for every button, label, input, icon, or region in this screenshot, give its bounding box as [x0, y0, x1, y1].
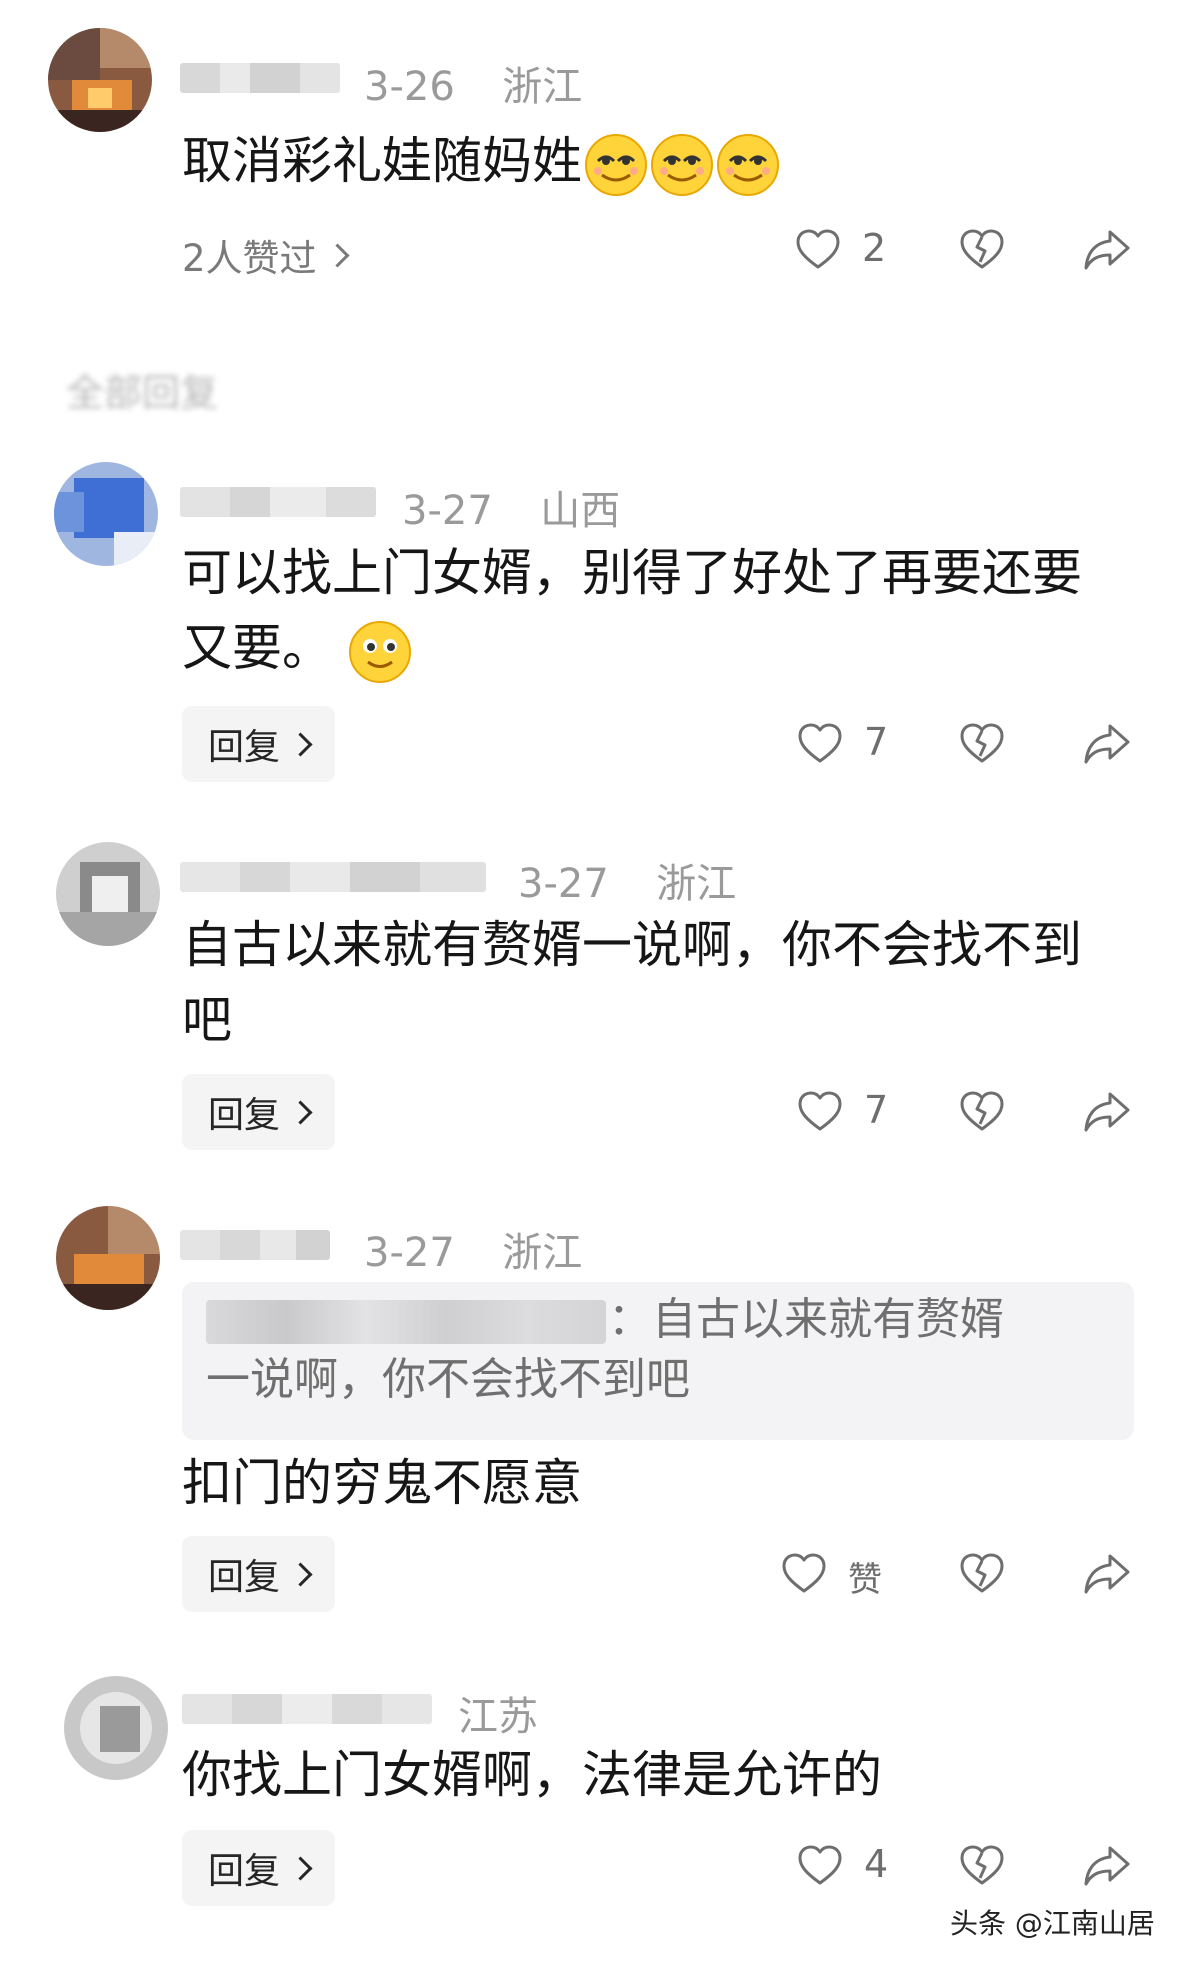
chevron-right-icon	[288, 731, 313, 757]
like-button[interactable]	[796, 720, 844, 768]
avatar[interactable]	[56, 842, 160, 946]
broken-heart-icon	[958, 1088, 1006, 1136]
comment-text: 你找上门女婿啊，法律是允许的	[182, 1746, 882, 1804]
share-arrow-icon	[1082, 1550, 1132, 1598]
like-count: 2	[862, 226, 887, 270]
comment-location: 江苏	[458, 1694, 538, 1740]
share-button[interactable]	[1082, 1088, 1132, 1136]
heart-icon	[796, 1842, 844, 1890]
dislike-button[interactable]	[958, 1842, 1006, 1890]
comment-meta: 3-27 浙江	[518, 851, 736, 909]
like-button[interactable]	[794, 226, 842, 274]
broken-heart-icon	[958, 226, 1006, 274]
comment-text: 可以找上门女婿，别得了好处了再要还要 又要。	[182, 536, 1082, 686]
like-button[interactable]	[796, 1088, 844, 1136]
dislike-button[interactable]	[958, 226, 1006, 274]
chevron-right-icon	[325, 242, 350, 268]
dislike-button[interactable]	[958, 1550, 1006, 1598]
chevron-right-icon	[288, 1855, 313, 1881]
quoted-username-redacted	[206, 1300, 606, 1344]
comment-location: 浙江	[502, 1230, 583, 1276]
comment-location: 浙江	[502, 64, 583, 110]
avatar[interactable]	[54, 462, 158, 566]
likers-link[interactable]: 2人赞过	[182, 228, 350, 282]
watermark: 头条 @江南山居	[950, 1907, 1155, 1940]
dislike-button[interactable]	[958, 1088, 1006, 1136]
share-button[interactable]	[1082, 226, 1132, 274]
smirk-emoji-icon	[650, 133, 714, 197]
reply-button[interactable]: 回复	[182, 1074, 336, 1150]
comment-meta: 江苏	[458, 1684, 538, 1742]
comment-text: 自古以来就有赘婿一说啊，你不会找不到 吧	[182, 916, 1082, 1049]
heart-icon	[780, 1550, 828, 1598]
comment-date: 3-26	[364, 64, 455, 110]
smirk-emoji-icon	[716, 133, 780, 197]
avatar[interactable]	[64, 1676, 168, 1780]
comment-meta: 3-26 浙江	[364, 54, 582, 112]
chevron-right-icon	[288, 1561, 313, 1587]
comment-location: 山西	[540, 488, 621, 534]
username-redacted	[180, 63, 340, 93]
username-redacted	[180, 1230, 330, 1260]
avatar[interactable]	[56, 1206, 160, 1310]
comment-text: 取消彩礼娃随妈姓	[182, 124, 780, 199]
share-button[interactable]	[1082, 1842, 1132, 1890]
smile-emoji-icon	[348, 620, 412, 684]
dislike-button[interactable]	[958, 720, 1006, 768]
share-arrow-icon	[1082, 226, 1132, 274]
like-count: 4	[864, 1842, 889, 1886]
comment-date: 3-27	[364, 1230, 455, 1276]
heart-icon	[794, 226, 842, 274]
smirk-emoji-icon	[584, 133, 648, 197]
quoted-reply[interactable]: ：自古以来就有赘婿 一说啊，你不会找不到吧	[182, 1282, 1134, 1440]
heart-icon	[796, 1088, 844, 1136]
username-redacted	[182, 1694, 432, 1724]
share-arrow-icon	[1082, 1842, 1132, 1890]
reply-button[interactable]: 回复	[182, 1536, 336, 1612]
username-redacted	[180, 487, 376, 517]
broken-heart-icon	[958, 1842, 1006, 1890]
broken-heart-icon	[958, 720, 1006, 768]
comment-meta: 3-27 浙江	[364, 1220, 582, 1278]
avatar[interactable]	[48, 28, 152, 132]
like-count: 7	[864, 1088, 889, 1132]
comment-date: 3-27	[518, 861, 609, 907]
share-button[interactable]	[1082, 1550, 1132, 1598]
reply-button[interactable]: 回复	[182, 1830, 336, 1906]
share-button[interactable]	[1082, 720, 1132, 768]
like-button[interactable]	[780, 1550, 828, 1598]
broken-heart-icon	[958, 1550, 1006, 1598]
comment-text: 扣门的穷鬼不愿意	[182, 1454, 582, 1512]
username-redacted	[180, 862, 486, 892]
comment-date: 3-27	[402, 488, 493, 534]
heart-icon	[796, 720, 844, 768]
section-title: 全部回复	[66, 371, 219, 415]
like-count: 7	[864, 720, 889, 764]
reply-button[interactable]: 回复	[182, 706, 336, 782]
share-arrow-icon	[1082, 1088, 1132, 1136]
like-label: 赞	[848, 1560, 882, 1600]
comment-meta: 3-27 山西	[402, 478, 620, 536]
like-button[interactable]	[796, 1842, 844, 1890]
comment-location: 浙江	[656, 861, 737, 907]
share-arrow-icon	[1082, 720, 1132, 768]
chevron-right-icon	[288, 1099, 313, 1125]
